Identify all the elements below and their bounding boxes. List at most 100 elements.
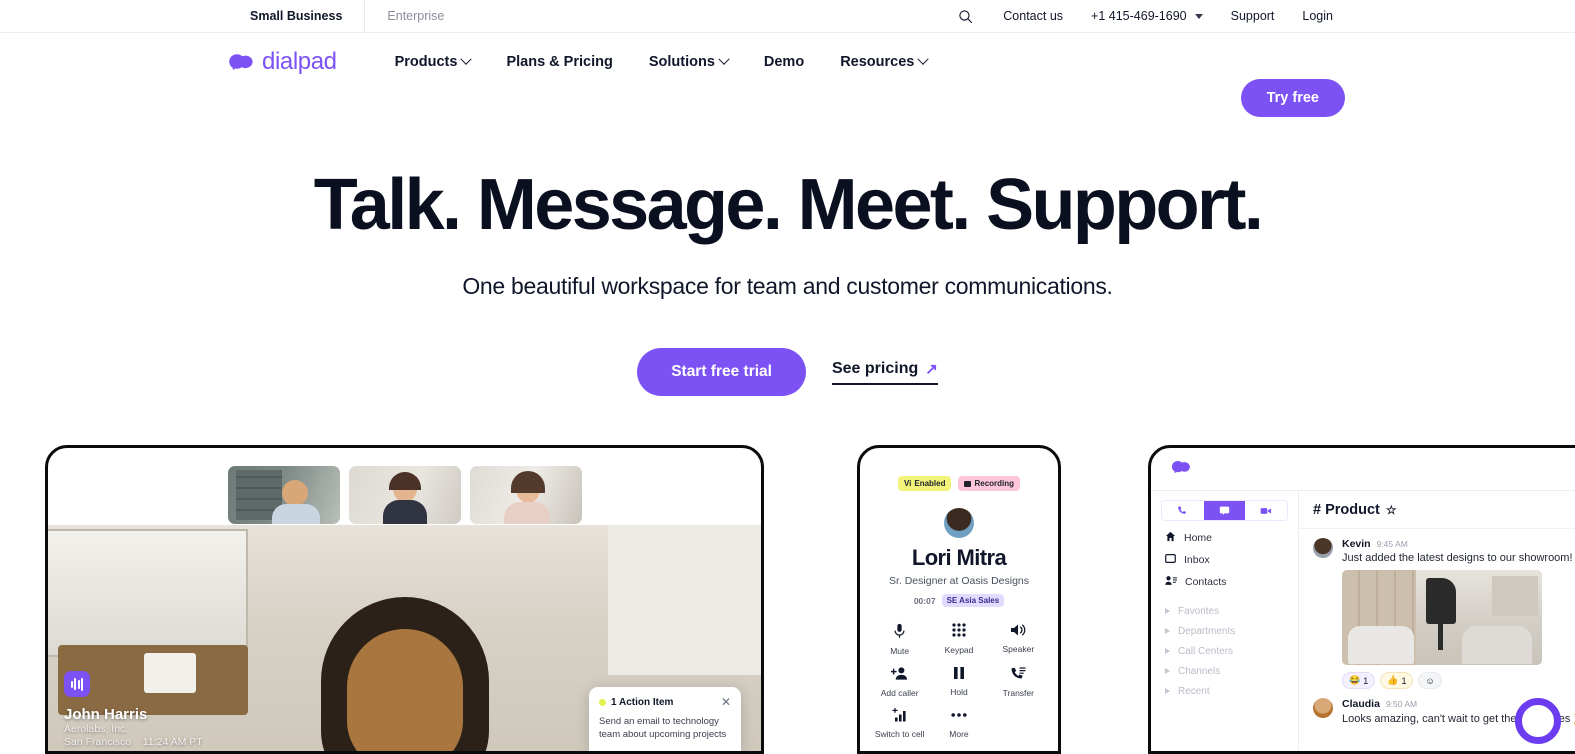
sidebar-item-contacts[interactable]: Contacts (1151, 571, 1298, 593)
message-author: Claudia (1342, 698, 1380, 710)
arrow-up-right-icon: ↗ (925, 360, 938, 378)
sidebar-group-channels[interactable]: Channels (1151, 661, 1298, 681)
dialpad-mark-icon (228, 53, 254, 71)
mic-icon (870, 623, 929, 644)
call-queue-badge: SE Asia Sales (941, 594, 1005, 607)
call-duration: 00:07 (913, 595, 936, 606)
dialpad-wordmark: dialpad (262, 48, 337, 75)
control-keypad-label: Keypad (944, 645, 974, 655)
phone-tab[interactable] (1162, 501, 1204, 520)
home-icon (1165, 531, 1176, 545)
channel-title: # Product (1313, 502, 1380, 518)
control-speaker[interactable]: Speaker (989, 623, 1048, 656)
action-item-title: 1 Action Item (611, 696, 674, 708)
chevron-right-icon (1165, 628, 1170, 634)
audio-waveform-icon (64, 671, 90, 697)
nav-item-demo[interactable]: Demo (746, 54, 822, 70)
phone-number-dropdown[interactable]: +1 415-469-1690 (1077, 9, 1217, 23)
message-timestamp: 9:45 AM (1376, 539, 1408, 549)
nav-item-demo-label: Demo (763, 54, 805, 70)
message-tab[interactable] (1203, 501, 1246, 520)
reaction-laugh[interactable]: 😂 1 (1342, 672, 1376, 689)
avatar (944, 508, 974, 538)
sidebar-item-inbox[interactable]: Inbox (1151, 549, 1298, 571)
link-contact-us-label: Contact us (1003, 9, 1064, 23)
chevron-right-icon (1165, 608, 1170, 614)
participant-tiles (48, 448, 761, 534)
hero-subhead: One beautiful workspace for team and cus… (462, 273, 1113, 299)
participant-tile-3[interactable] (469, 466, 582, 524)
control-transfer[interactable]: Transfer (989, 666, 1048, 698)
message-author: Kevin (1342, 538, 1371, 550)
call-badges: ViVi EnabledEnabled Recording (860, 448, 1058, 491)
message-attachment-image[interactable] (1342, 570, 1542, 665)
speaker-time: 11:24 AM PT (142, 736, 203, 748)
sidebar-group-favorites[interactable]: Favorites (1151, 601, 1298, 621)
nav-item-plans-pricing[interactable]: Plans & Pricing (488, 54, 630, 70)
vi-enabled-badge: ViVi EnabledEnabled (897, 476, 952, 491)
link-login[interactable]: Login (1288, 9, 1347, 23)
nav-item-solutions[interactable]: Solutions (631, 53, 746, 70)
dialpad-logo[interactable]: dialpad (228, 48, 337, 76)
nav-item-solutions-label: Solutions (648, 54, 715, 70)
control-switch-to-cell[interactable]: Switch to cell (870, 707, 929, 739)
message-timestamp: 9:50 AM (1385, 699, 1418, 709)
nav-item-resources[interactable]: Resources (822, 53, 945, 70)
search-icon[interactable] (942, 9, 989, 24)
control-hold-label: Hold (950, 687, 968, 697)
sidebar-group-call-centers[interactable]: Call Centers (1151, 641, 1298, 661)
caller-name: Lori Mitra (911, 545, 1007, 570)
recording-label: Recording (974, 479, 1015, 488)
reaction-thumbsup-count: 1 (1401, 675, 1407, 686)
sidebar-group-departments[interactable]: Departments (1151, 621, 1298, 641)
segment-enterprise-label: Enterprise (387, 9, 445, 23)
sidebar-group-departments-label: Departments (1178, 625, 1236, 637)
video-stage: John Harris Aerolabs, Inc. San Francisco… (48, 525, 761, 751)
sidebar-group-recent[interactable]: Recent (1151, 681, 1298, 701)
sidebar-group-channels-label: Channels (1178, 665, 1221, 677)
control-more[interactable]: More (929, 708, 988, 739)
chevron-down-icon (460, 53, 473, 65)
participant-tile-1[interactable] (227, 466, 340, 524)
link-contact-us[interactable]: Contact us (989, 9, 1077, 23)
star-icon[interactable]: ☆ (1386, 503, 1397, 517)
reaction-thumbsup-emoji: 👍 (1387, 675, 1399, 685)
control-keypad[interactable]: Keypad (929, 623, 988, 656)
close-icon[interactable]: ✕ (721, 696, 731, 708)
control-hold[interactable]: Hold (929, 666, 988, 698)
see-pricing-label: See pricing (831, 359, 919, 377)
video-tab[interactable] (1245, 501, 1287, 520)
link-support[interactable]: Support (1217, 9, 1289, 23)
nav-item-products-label: Products (394, 54, 458, 70)
dialpad-mark-icon (1171, 460, 1191, 479)
status-dot-icon (599, 698, 606, 706)
try-free-button[interactable]: Try free (1240, 79, 1345, 117)
start-free-trial-button[interactable]: Start free trial (637, 348, 806, 396)
transfer-icon (989, 666, 1048, 686)
action-item-popup: 1 Action Item ✕ Send an email to technol… (589, 687, 741, 751)
control-add-caller[interactable]: Add caller (870, 666, 929, 698)
control-speaker-label: Speaker (1002, 644, 1035, 654)
link-support-label: Support (1230, 9, 1275, 23)
control-switch-to-cell-label: Switch to cell (874, 729, 925, 739)
add-reaction-button[interactable]: ☺ (1418, 672, 1442, 689)
segment-small-business[interactable]: Small Business (228, 0, 364, 32)
segment-enterprise[interactable]: Enterprise (364, 0, 466, 32)
see-pricing-link[interactable]: See pricing ↗ (831, 359, 938, 385)
app-header (1151, 448, 1575, 490)
link-login-label: Login (1302, 9, 1333, 23)
sidebar-item-inbox-label: Inbox (1184, 554, 1210, 566)
nav-item-plans-pricing-label: Plans & Pricing (506, 54, 613, 70)
chat-launcher[interactable] (1515, 698, 1561, 744)
control-mute[interactable]: Mute (870, 623, 929, 656)
nav-item-products[interactable]: Products (377, 53, 489, 70)
speaker-meta: Aerolabs, Inc. San Francisco 11:24 AM PT (64, 723, 203, 749)
sidebar-item-home[interactable]: Home (1151, 527, 1298, 549)
utility-bar: Small Business Enterprise Contact us +1 … (0, 0, 1575, 33)
sidebar-group-recent-label: Recent (1178, 685, 1210, 697)
reaction-thumbsup[interactable]: 👍 1 (1380, 672, 1414, 689)
participant-tile-2[interactable] (348, 466, 461, 524)
add-reaction-icon: ☺ (1425, 675, 1435, 686)
record-icon (964, 480, 972, 487)
signal-icon (870, 707, 929, 727)
